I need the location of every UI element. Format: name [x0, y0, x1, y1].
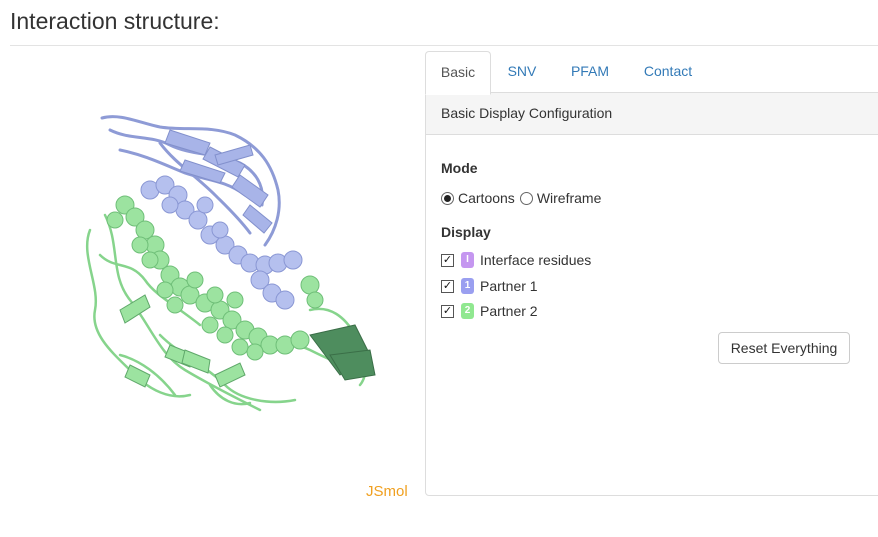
- cartoons-label[interactable]: Cartoons: [458, 190, 515, 206]
- mode-options: Cartoons Wireframe: [441, 190, 601, 206]
- mode-label: Mode: [441, 160, 478, 176]
- reset-everything-button[interactable]: Reset Everything: [718, 332, 850, 364]
- partner2-dark-sheets: [309, 324, 376, 381]
- partner1-checkbox[interactable]: ✓: [441, 279, 454, 293]
- jsmol-viewer[interactable]: JSmol: [10, 55, 415, 510]
- partner1-label[interactable]: Partner 1: [480, 278, 538, 294]
- display-item-interface[interactable]: ✓ I Interface residues: [441, 252, 591, 268]
- panel-heading: Basic Display Configuration: [426, 93, 878, 135]
- config-tabs: Basic SNV PFAM Contact: [425, 51, 878, 95]
- display-label: Display: [441, 224, 491, 240]
- interface-spheres-partner2: [106, 195, 324, 361]
- wireframe-radio[interactable]: [519, 191, 533, 205]
- tab-snv[interactable]: SNV: [497, 51, 547, 92]
- title-divider: [10, 45, 878, 46]
- tab-pfam[interactable]: PFAM: [559, 51, 621, 92]
- page-title: Interaction structure:: [10, 8, 220, 34]
- interface-label[interactable]: Interface residues: [480, 252, 591, 268]
- tab-basic[interactable]: Basic: [425, 51, 491, 95]
- partner1-badge: 1: [461, 278, 474, 294]
- display-item-partner1[interactable]: ✓ 1 Partner 1: [441, 278, 538, 294]
- tab-contact[interactable]: Contact: [631, 51, 705, 92]
- partner2-label[interactable]: Partner 2: [480, 303, 538, 319]
- partner2-badge: 2: [461, 303, 474, 319]
- display-item-partner2[interactable]: ✓ 2 Partner 2: [441, 303, 538, 319]
- basic-config-panel: Basic Display Configuration Mode Cartoon…: [425, 92, 878, 496]
- interface-badge: I: [461, 252, 474, 268]
- interface-checkbox[interactable]: ✓: [441, 253, 454, 267]
- cartoons-radio[interactable]: [441, 191, 454, 205]
- partner2-checkbox[interactable]: ✓: [441, 304, 454, 318]
- jsmol-label: JSmol: [366, 483, 408, 500]
- protein-structure-render[interactable]: [10, 55, 415, 510]
- wireframe-label[interactable]: Wireframe: [537, 190, 602, 206]
